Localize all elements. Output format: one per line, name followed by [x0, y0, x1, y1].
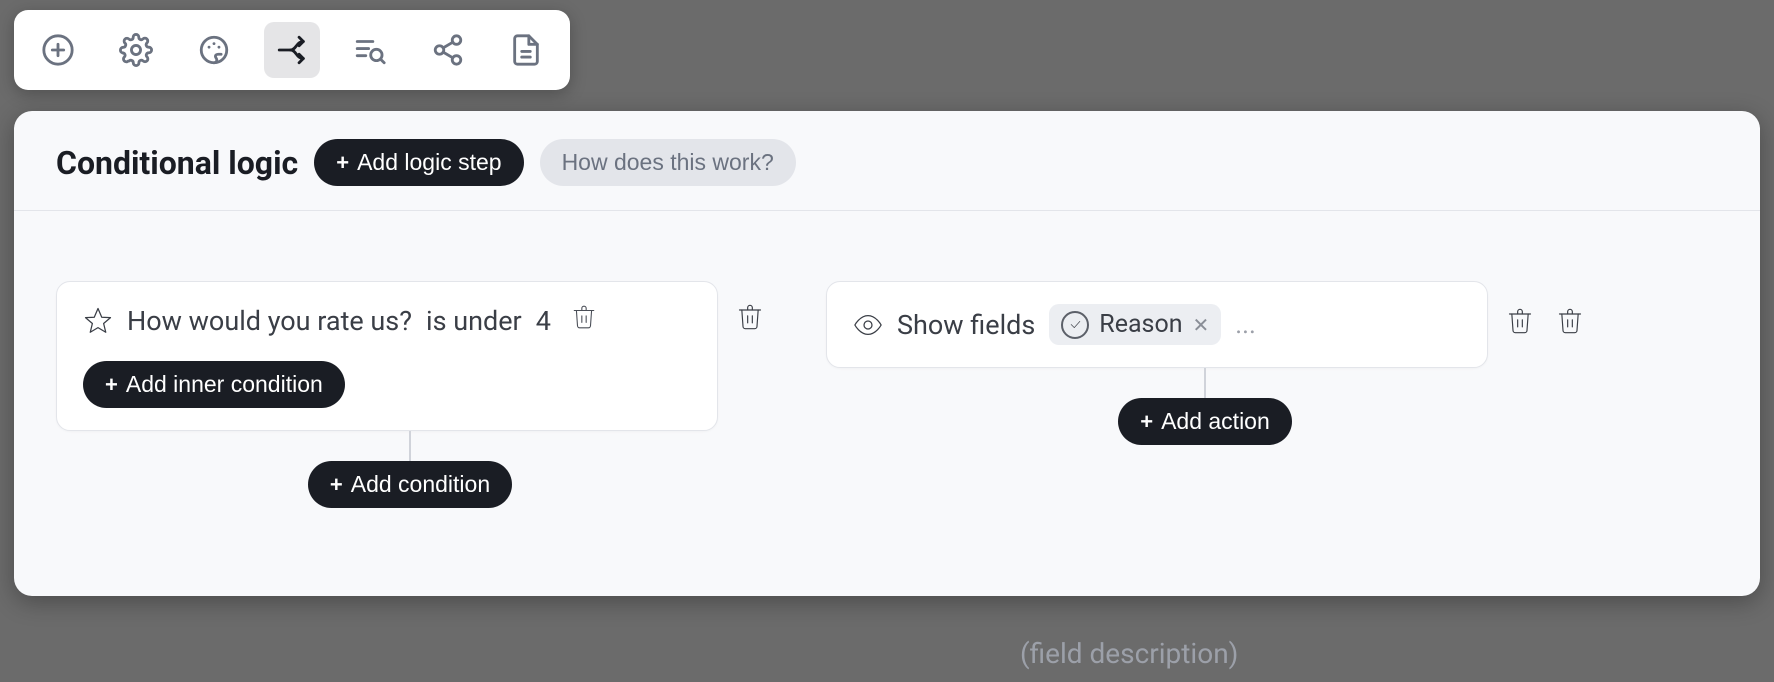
connector-line	[1204, 368, 1206, 398]
condition-operator[interactable]: is under	[426, 305, 522, 337]
editor-toolbar	[14, 10, 570, 90]
action-column: Show fields Reason ✕ ...	[826, 281, 1584, 445]
add-logic-step-button[interactable]: + Add logic step	[314, 139, 523, 186]
add-inner-condition-label: Add inner condition	[126, 371, 323, 398]
text-search-icon	[353, 33, 387, 67]
search-fields-icon-button[interactable]	[342, 22, 398, 78]
condition-card-row: How would you rate us? is under 4 + Add …	[56, 281, 764, 431]
trash-icon	[571, 304, 597, 330]
add-inner-condition-button[interactable]: + Add inner condition	[83, 361, 345, 408]
plus-icon: +	[336, 152, 349, 174]
background-ghost-text: (field description)	[1020, 637, 1238, 670]
add-more-fields-placeholder[interactable]: ...	[1235, 310, 1256, 340]
remove-tag-button[interactable]: ✕	[1193, 315, 1210, 335]
check-circle-icon	[1061, 311, 1089, 339]
file-icon-button[interactable]	[498, 22, 554, 78]
condition-column: How would you rate us? is under 4 + Add …	[56, 281, 764, 508]
add-condition-button[interactable]: + Add condition	[308, 461, 512, 508]
action-trash-group	[1506, 303, 1584, 339]
plus-icon: +	[330, 474, 343, 496]
star-icon	[83, 306, 113, 336]
plus-circle-icon	[41, 33, 75, 67]
palette-icon	[197, 33, 231, 67]
branches-icon	[275, 33, 309, 67]
file-icon	[509, 33, 543, 67]
action-card-row: Show fields Reason ✕ ...	[826, 281, 1584, 368]
field-tag: Reason ✕	[1049, 304, 1221, 345]
share-icon	[431, 33, 465, 67]
trash-icon	[1556, 307, 1584, 335]
condition-value[interactable]: 4	[536, 305, 551, 337]
theme-icon-button[interactable]	[186, 22, 242, 78]
panel-title: Conditional logic	[56, 144, 298, 182]
action-label[interactable]: Show fields	[897, 309, 1035, 341]
share-icon-button[interactable]	[420, 22, 476, 78]
help-label: How does this work?	[562, 149, 774, 176]
delete-action-row-button[interactable]	[1506, 307, 1534, 339]
add-condition-label: Add condition	[351, 471, 490, 498]
action-card: Show fields Reason ✕ ...	[826, 281, 1488, 368]
panel-body: How would you rate us? is under 4 + Add …	[14, 211, 1760, 578]
condition-field[interactable]: How would you rate us?	[127, 305, 412, 337]
condition-card: How would you rate us? is under 4 + Add …	[56, 281, 718, 431]
conditional-logic-panel: Conditional logic + Add logic step How d…	[14, 111, 1760, 596]
plus-icon: +	[1140, 411, 1153, 433]
eye-icon	[853, 310, 883, 340]
trash-icon	[1506, 307, 1534, 335]
add-action-button[interactable]: + Add action	[1118, 398, 1292, 445]
logic-icon-button[interactable]	[264, 22, 320, 78]
plus-icon: +	[105, 374, 118, 396]
delete-condition-group-button[interactable]	[736, 303, 764, 335]
gear-icon	[119, 33, 153, 67]
add-icon-button[interactable]	[30, 22, 86, 78]
help-button[interactable]: How does this work?	[540, 139, 796, 186]
trash-icon	[736, 303, 764, 331]
field-tag-label: Reason	[1099, 310, 1182, 339]
action-row: Show fields Reason ✕ ...	[853, 304, 1461, 345]
delete-condition-row-button[interactable]	[571, 304, 597, 337]
delete-action-group-button[interactable]	[1556, 307, 1584, 339]
settings-icon-button[interactable]	[108, 22, 164, 78]
panel-header: Conditional logic + Add logic step How d…	[14, 111, 1760, 211]
add-logic-step-label: Add logic step	[357, 149, 501, 176]
condition-row: How would you rate us? is under 4	[83, 304, 691, 337]
connector-line	[409, 431, 411, 461]
add-action-label: Add action	[1161, 408, 1270, 435]
